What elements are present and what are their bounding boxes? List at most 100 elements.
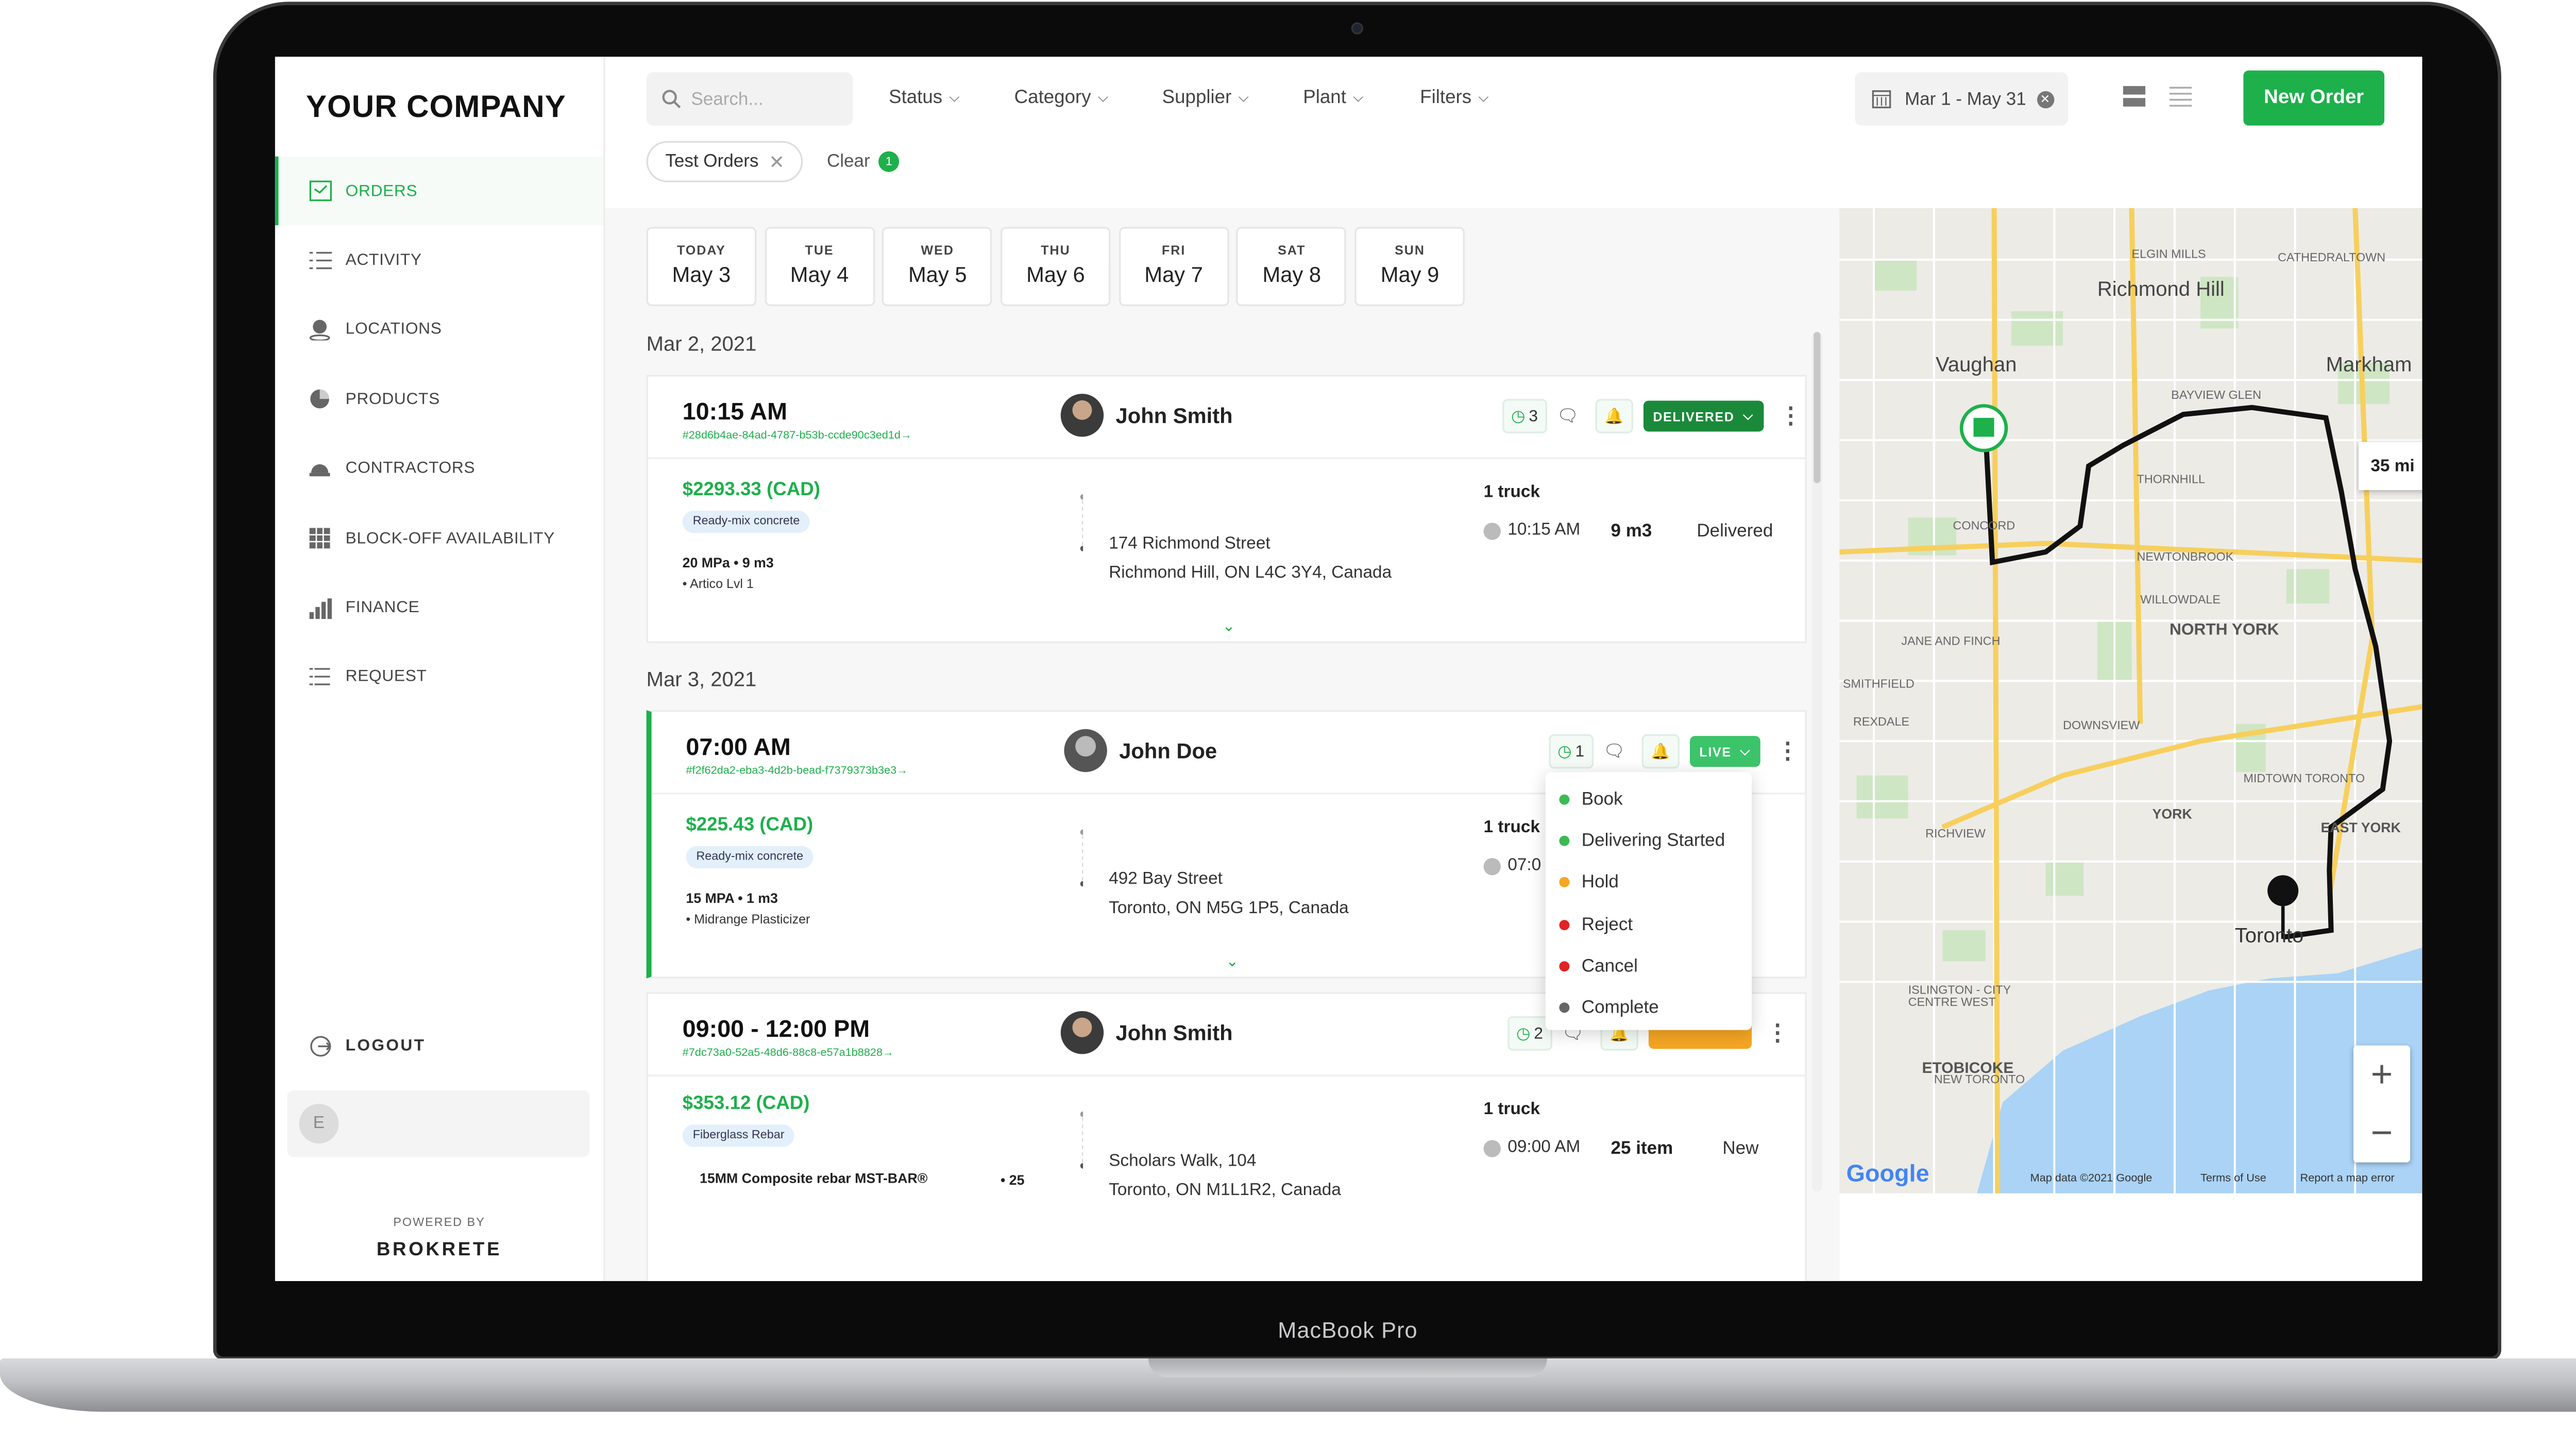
- filter-status[interactable]: Status ⌵: [889, 88, 960, 108]
- sidebar-item-finance[interactable]: FINANCE: [275, 573, 603, 643]
- sidebar-item-request[interactable]: REQUEST: [275, 643, 603, 712]
- address-line-2: Toronto, ON M1L1R2, Canada: [1109, 1181, 1341, 1201]
- product-option: • Artico Lvl 1: [682, 576, 754, 592]
- status-option-book[interactable]: Book: [1546, 779, 1752, 821]
- order-card[interactable]: 09:00 - 12:00 PM #7dc73a0-52a5-48d6-88c8…: [646, 992, 1807, 1281]
- terms-link[interactable]: Terms of Use: [2200, 1173, 2266, 1185]
- day-tab[interactable]: TUE May 4: [764, 227, 875, 306]
- sidebar-item-block-off[interactable]: BLOCK-OFF AVAILABILITY: [275, 504, 603, 574]
- sidebar-item-orders[interactable]: ORDERS: [275, 156, 604, 226]
- more-options-icon[interactable]: ⋮: [1776, 737, 1799, 765]
- status-option-delivering-started[interactable]: Delivering Started: [1546, 820, 1752, 862]
- quantity: 25 item: [1611, 1138, 1673, 1159]
- delivery-status: Delivered: [1697, 521, 1773, 542]
- order-id-link[interactable]: #f2f62da2-eba3-4d2b-bead-f7379373b3e3→: [686, 765, 908, 777]
- notify-bell-button[interactable]: 🔔: [1642, 734, 1679, 769]
- list-view-icon[interactable]: [2169, 85, 2192, 107]
- grid-view-icon[interactable]: [2123, 85, 2146, 107]
- truck-count: 1 truck: [1483, 1100, 1540, 1120]
- sidebar-item-contractors[interactable]: CONTRACTORS: [275, 434, 603, 504]
- day-tab[interactable]: THU May 6: [1001, 227, 1111, 306]
- sidebar-item-label: FINANCE: [345, 598, 420, 617]
- category-tag: Fiberglass Rebar: [682, 1124, 795, 1147]
- status-option-cancel[interactable]: Cancel: [1546, 945, 1752, 987]
- logout-icon: [308, 1033, 332, 1057]
- day-name: FRI: [1161, 242, 1186, 258]
- day-tab[interactable]: WED May 5: [882, 227, 993, 306]
- customer: John Smith: [1060, 1011, 1233, 1054]
- map-label: ETOBICOKE: [1922, 1059, 2014, 1077]
- order-time: 07:00 AM: [686, 732, 791, 760]
- zoom-out-icon[interactable]: −: [2353, 1104, 2410, 1162]
- address-line-2: Toronto, ON M5G 1P5, Canada: [1109, 899, 1349, 918]
- chat-icon[interactable]: 🗨: [1603, 742, 1625, 761]
- address-line-1: 492 Bay Street: [1109, 870, 1223, 889]
- more-options-icon[interactable]: ⋮: [1767, 1020, 1789, 1047]
- logout-button[interactable]: LOGOUT: [308, 1033, 426, 1057]
- status-dot-icon: [1559, 919, 1570, 930]
- map-label: THORNHILL: [2137, 474, 2205, 487]
- close-icon[interactable]: ✕: [769, 150, 785, 173]
- status-dot-icon: [1559, 1002, 1570, 1013]
- new-order-button[interactable]: New Order: [2243, 70, 2385, 126]
- status-option-reject[interactable]: Reject: [1546, 904, 1752, 946]
- map-label: ELGIN MILLS: [2131, 249, 2206, 262]
- status-dot-icon: [1559, 961, 1570, 971]
- status-dropdown[interactable]: LIVE ⌵: [1689, 736, 1761, 767]
- customer: John Smith: [1060, 394, 1233, 437]
- powered-by-label: POWERED BY: [393, 1217, 485, 1230]
- date-range-picker[interactable]: Mar 1 - May 31 ✕: [1855, 72, 2069, 126]
- sidebar-item-products[interactable]: PRODUCTS: [275, 365, 603, 434]
- location-pin-icon: [308, 318, 332, 342]
- status-option-complete[interactable]: Complete: [1546, 987, 1752, 1029]
- scrollbar-thumb[interactable]: [1814, 331, 1821, 483]
- expand-chevron-icon[interactable]: ⌄: [1226, 953, 1239, 972]
- filter-category[interactable]: Category ⌵: [1014, 88, 1109, 108]
- status-dropdown[interactable]: DELIVERED ⌵: [1642, 400, 1764, 432]
- sidebar-item-locations[interactable]: LOCATIONS: [275, 295, 603, 365]
- order-id-link[interactable]: #28d6b4ae-84ad-4787-b53b-ccde90c3ed1d→: [683, 430, 912, 442]
- expand-chevron-icon[interactable]: ⌄: [1222, 617, 1235, 636]
- orders-panel: TODAY May 3 TUE May 4 WED May 5 THU May 6 FR…: [605, 208, 1840, 1281]
- filter-more[interactable]: Filters ⌵: [1420, 88, 1489, 108]
- chevron-down-icon: ⌵: [1740, 743, 1751, 759]
- search-input[interactable]: Search...: [646, 72, 853, 126]
- map-view[interactable]: Richmond Hill Vaughan Markham NORTH YORK…: [1839, 208, 2422, 1193]
- filter-plant[interactable]: Plant ⌵: [1303, 88, 1363, 108]
- day-name: SAT: [1278, 242, 1306, 258]
- search-placeholder: Search...: [691, 88, 764, 109]
- user-profile[interactable]: E: [287, 1090, 590, 1157]
- sidebar-item-label: ACTIVITY: [345, 251, 422, 271]
- notify-bell-button[interactable]: 🔔: [1596, 399, 1633, 433]
- status-option-hold[interactable]: Hold: [1546, 862, 1752, 904]
- deliveries-count[interactable]: ◷ 3: [1502, 399, 1547, 433]
- map-zoom-control: + −: [2353, 1045, 2411, 1163]
- day-tab[interactable]: TODAY May 3: [646, 227, 757, 306]
- device-label: MacBook Pro: [1278, 1317, 1418, 1343]
- filter-count-badge: 1: [878, 151, 900, 172]
- sidebar-nav: ORDERS ACTIVITY LOCATIONS PRODUCTS CONTR…: [275, 156, 604, 712]
- clear-date-icon[interactable]: ✕: [2036, 90, 2054, 108]
- chat-icon[interactable]: 🗨: [1557, 407, 1579, 426]
- more-options-icon[interactable]: ⋮: [1780, 402, 1802, 430]
- zoom-in-icon[interactable]: +: [2353, 1046, 2410, 1104]
- eta: 09:00 AM: [1483, 1138, 1580, 1157]
- day-tab[interactable]: SAT May 8: [1236, 227, 1347, 306]
- day-tab[interactable]: FRI May 7: [1118, 227, 1229, 306]
- calendar-grid-icon: [308, 527, 332, 551]
- order-id-link[interactable]: #7dc73a0-52a5-48d6-88c8-e57a1b8828→: [683, 1047, 894, 1059]
- order-card[interactable]: 10:15 AM #28d6b4ae-84ad-4787-b53b-ccde90…: [646, 375, 1807, 643]
- sidebar-item-activity[interactable]: ACTIVITY: [275, 226, 603, 295]
- report-map-error-link[interactable]: Report a map error: [2300, 1173, 2395, 1185]
- avatar: [1064, 729, 1107, 772]
- chip-label: Test Orders: [665, 151, 759, 172]
- filter-chip-test-orders[interactable]: Test Orders ✕: [646, 141, 804, 182]
- clear-filters-button[interactable]: Clear 1: [827, 151, 900, 172]
- pie-icon: [308, 388, 332, 412]
- logout-label: LOGOUT: [345, 1036, 426, 1055]
- deliveries-count[interactable]: ◷ 1: [1549, 734, 1593, 769]
- filter-supplier[interactable]: Supplier ⌵: [1162, 88, 1249, 108]
- customer: John Doe: [1064, 729, 1217, 772]
- day-tab[interactable]: SUN May 9: [1354, 227, 1465, 306]
- option-label: Reject: [1581, 914, 1633, 935]
